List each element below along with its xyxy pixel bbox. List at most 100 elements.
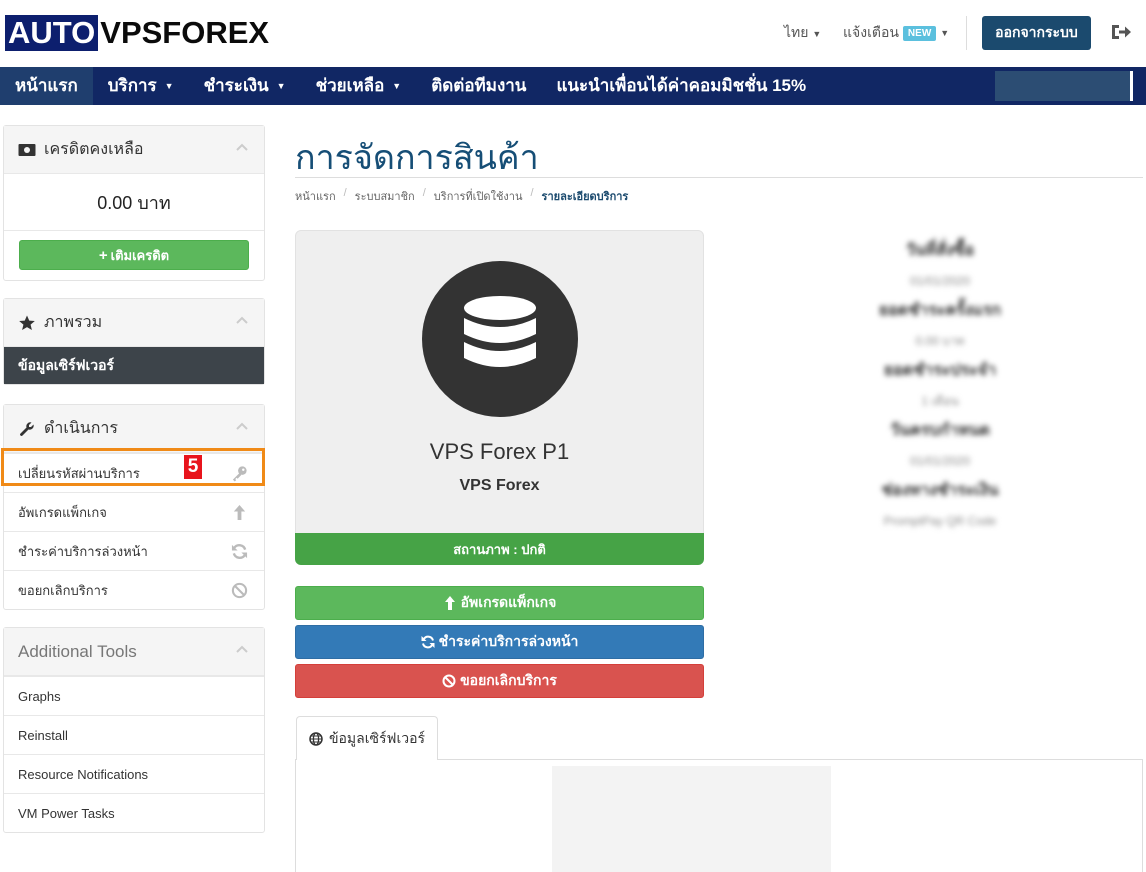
title-divider <box>295 177 1143 178</box>
nav-item-home[interactable]: หน้าแรก <box>0 67 93 105</box>
actions-panel-title: ดำเนินการ <box>44 420 118 437</box>
ban-icon <box>442 674 456 688</box>
sidebar-item-graphs[interactable]: Graphs <box>4 676 264 715</box>
globe-icon <box>309 731 323 746</box>
sidebar-item-cancel[interactable]: ขอยกเลิกบริการ <box>4 570 264 609</box>
tools-panel-title: Additional Tools <box>18 641 137 661</box>
sidebar-item-reinstall[interactable]: Reinstall <box>4 715 264 754</box>
detail-value: 01/01/2020 <box>909 454 971 468</box>
actions-panel-header[interactable]: ดำเนินการ <box>4 405 264 453</box>
chevron-up-icon[interactable] <box>236 421 248 433</box>
breadcrumb-current: รายละเอียดบริการ <box>541 191 629 203</box>
notifications-dropdown[interactable]: แจ้งเตือน NEW ▼ <box>843 22 949 44</box>
status-badge: สถานภาพ : ปกติ <box>295 533 704 565</box>
chevron-down-icon: ▼ <box>812 29 822 39</box>
detail-value: 0.00 บาท <box>915 334 965 348</box>
product-name: VPS Forex P1 <box>429 439 570 464</box>
nav-item-label: ชำระเงิน <box>203 76 269 95</box>
nav-search-box[interactable] <box>995 71 1133 101</box>
logout-button[interactable]: ออกจากระบบ <box>982 16 1091 50</box>
nav-item-support[interactable]: ช่วยเหลือ ▼ <box>301 67 417 105</box>
credit-panel-header[interactable]: เครดิตคงเหลือ <box>4 126 264 174</box>
breadcrumb-home[interactable]: หน้าแรก <box>295 187 336 205</box>
sidebar-item-vm-power-tasks[interactable]: VM Power Tasks <box>4 793 264 832</box>
chevron-down-icon: ▼ <box>392 81 402 91</box>
product-group: VPS Forex <box>459 477 540 494</box>
breadcrumb-member[interactable]: ระบบสมาชิก <box>355 187 415 205</box>
logo-vpsforex-text: VPSFOREX <box>100 15 270 50</box>
sidebar-item-label: อัพเกรดแพ็กเกจ <box>18 504 107 520</box>
service-details-blurred: วันที่สั่งซื้อ 01/01/2020 ยอดชำระครั้งแร… <box>862 236 1018 536</box>
detail-value: PromptPay QR Code <box>883 514 997 528</box>
tab-label: ข้อมูลเซิร์ฟเวอร์ <box>328 729 426 746</box>
sidebar-item-label: ชำระค่าบริการล่วงหน้า <box>18 543 148 559</box>
plus-icon: + <box>98 246 108 264</box>
chevron-up-icon[interactable] <box>236 142 248 154</box>
star-icon <box>19 314 35 330</box>
tools-panel-header[interactable]: Additional Tools <box>4 628 264 676</box>
upgrade-button[interactable]: อัพเกรดแพ็กเกจ <box>295 586 704 620</box>
highlight-box <box>1 448 265 486</box>
breadcrumb-separator: / <box>422 187 426 199</box>
detail-value: 01/01/2020 <box>909 274 971 288</box>
sidebar-item-server-info[interactable]: ข้อมูลเซิร์ฟเวอร์ <box>4 347 264 384</box>
upgrade-button-label: อัพเกรดแพ็กเกจ <box>460 594 557 610</box>
refresh-icon <box>231 544 248 559</box>
detail-label: ยอดชำระครั้งแรก <box>878 302 1002 319</box>
step-marker: 5 <box>184 455 202 479</box>
sign-out-icon[interactable] <box>1110 22 1132 42</box>
language-label: ไทย <box>784 24 809 40</box>
detail-label: ยอดชำระประจำ <box>883 362 997 379</box>
chevron-up-icon[interactable] <box>236 315 248 327</box>
nav-item-label: แนะนำเพื่อนได้ค่าคอมมิชชั่น 15% <box>556 76 807 95</box>
refresh-icon <box>421 635 435 649</box>
wrench-icon <box>20 421 34 436</box>
actions-panel: ดำเนินการ เปลี่ยนรหัสผ่านบริการ อัพเกรดแ… <box>3 404 265 610</box>
sidebar-item-renew[interactable]: ชำระค่าบริการล่วงหน้า <box>4 531 264 570</box>
nav-item-contact[interactable]: ติดต่อทีมงาน <box>416 67 541 105</box>
cancel-service-button-label: ขอยกเลิกบริการ <box>460 672 557 688</box>
detail-label: วันครบกำหนด <box>890 422 990 439</box>
detail-value: 1 เดือน <box>921 394 959 408</box>
header: AUTO VPSFOREX ไทย ▼ แจ้งเตือน NEW ▼ ออกจ… <box>0 0 1146 66</box>
breadcrumb: หน้าแรก / ระบบสมาชิก / บริการที่เปิดใช้ง… <box>295 187 628 205</box>
breadcrumb-separator: / <box>343 187 347 199</box>
add-credit-label: เติมเครดิต <box>110 247 170 263</box>
content-placeholder <box>552 766 831 872</box>
chevron-down-icon: ▼ <box>276 81 286 91</box>
language-dropdown[interactable]: ไทย ▼ <box>784 22 821 44</box>
breadcrumb-active-services[interactable]: บริการที่เปิดใช้งาน <box>434 187 523 205</box>
site-logo[interactable]: AUTO VPSFOREX <box>5 15 269 51</box>
product-card: VPS Forex P1 VPS Forex <box>295 230 704 537</box>
sidebar-item-resource-notifications[interactable]: Resource Notifications <box>4 754 264 793</box>
ban-icon <box>231 582 248 599</box>
cancel-service-button[interactable]: ขอยกเลิกบริการ <box>295 664 704 698</box>
chevron-down-icon: ▼ <box>940 28 950 38</box>
sidebar-item-upgrade[interactable]: อัพเกรดแพ็กเกจ <box>4 492 264 531</box>
credit-panel: เครดิตคงเหลือ 0.00 บาท + เติมเครดิต <box>3 125 265 281</box>
arrow-up-icon <box>444 596 455 610</box>
overview-panel-title: ภาพรวม <box>44 314 103 331</box>
tab-server-info[interactable]: ข้อมูลเซิร์ฟเวอร์ <box>296 716 438 760</box>
notifications-label: แจ้งเตือน <box>843 24 899 40</box>
product-icon-circle <box>422 261 578 417</box>
nav-item-label: หน้าแรก <box>15 76 78 95</box>
overview-panel: ภาพรวม ข้อมูลเซิร์ฟเวอร์ <box>3 298 265 385</box>
nav-item-label: ช่วยเหลือ <box>315 76 385 95</box>
logo-auto-text: AUTO <box>5 15 99 51</box>
overview-panel-header[interactable]: ภาพรวม <box>4 299 264 347</box>
chevron-up-icon[interactable] <box>236 644 248 656</box>
nav-item-affiliate[interactable]: แนะนำเพื่อนได้ค่าคอมมิชชั่น 15% <box>541 67 821 105</box>
nav-item-services[interactable]: บริการ ▼ <box>93 67 189 105</box>
detail-label: ช่องทางชำระเงิน <box>881 482 999 499</box>
nav-item-label: บริการ <box>107 76 157 95</box>
header-divider <box>966 16 967 50</box>
credit-amount: 0.00 บาท <box>97 192 171 213</box>
nav-item-billing[interactable]: ชำระเงิน ▼ <box>189 67 301 105</box>
renew-button[interactable]: ชำระค่าบริการล่วงหน้า <box>295 625 704 659</box>
credit-panel-title: เครดิตคงเหลือ <box>44 141 144 158</box>
breadcrumb-separator: / <box>530 187 534 199</box>
add-credit-button[interactable]: + เติมเครดิต <box>19 240 249 270</box>
chevron-down-icon: ▼ <box>164 81 174 91</box>
tools-panel: Additional Tools Graphs Reinstall Resour… <box>3 627 265 833</box>
